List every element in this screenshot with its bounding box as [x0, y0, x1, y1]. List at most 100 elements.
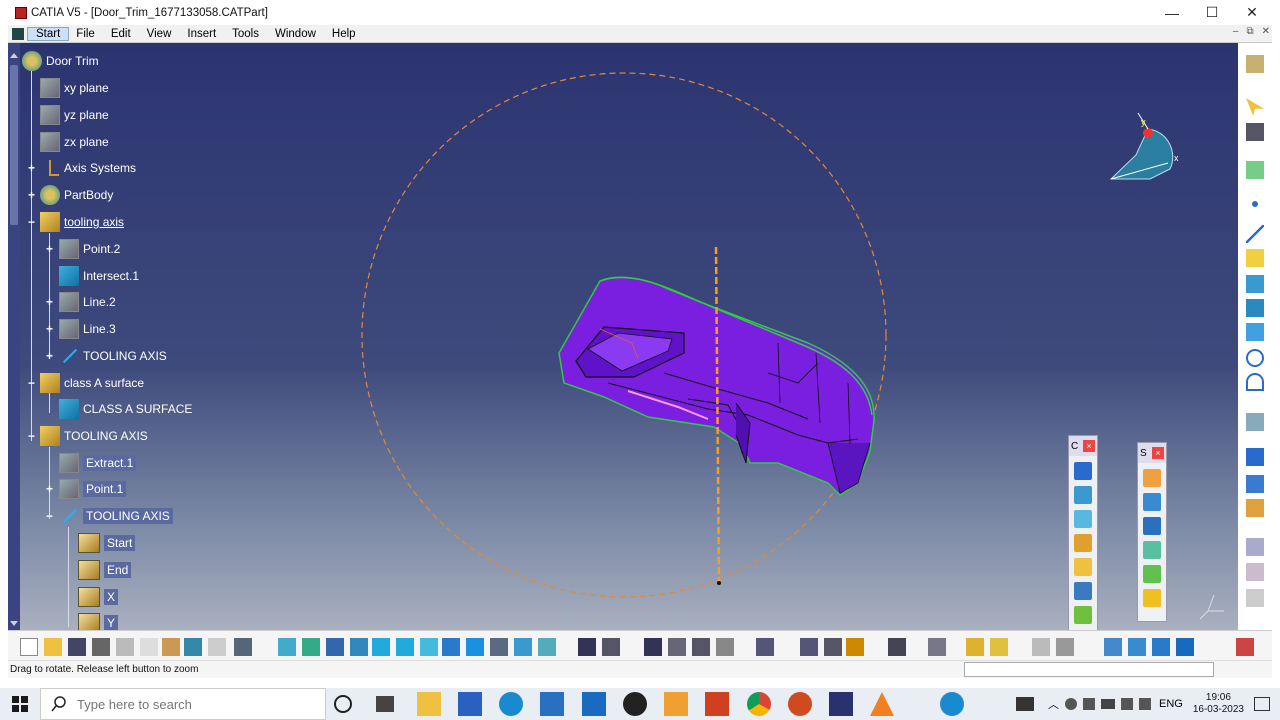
spline-tool-icon[interactable]	[1246, 373, 1264, 391]
tree-item-zx-plane[interactable]: zx plane	[40, 132, 109, 152]
mail-icon[interactable]	[582, 692, 606, 716]
heal-tool-icon[interactable]	[1143, 541, 1161, 559]
split-tool-icon[interactable]	[1143, 469, 1161, 487]
battery-icon[interactable]	[1101, 699, 1115, 709]
design-table-icon[interactable]	[644, 638, 662, 656]
save-icon[interactable]	[68, 638, 86, 656]
tree-item-point-1[interactable]: Point.1	[59, 479, 127, 499]
sweep-tool-icon[interactable]	[1074, 486, 1092, 504]
filter-icon[interactable]	[1176, 638, 1194, 656]
doc-minimize-button[interactable]: –	[1233, 26, 1239, 37]
expand-icon[interactable]: +	[45, 323, 54, 335]
menu-view[interactable]: View	[139, 28, 180, 40]
language-indicator[interactable]: ENG	[1159, 698, 1183, 710]
photos-icon[interactable]	[664, 692, 688, 716]
projection-icon[interactable]	[1246, 275, 1264, 293]
zoom-out-icon[interactable]	[396, 638, 414, 656]
cut-icon[interactable]	[116, 638, 134, 656]
dropbox-icon[interactable]	[458, 692, 482, 716]
law-icon[interactable]	[1246, 499, 1264, 517]
expand-icon[interactable]: +	[45, 350, 54, 362]
tree-item-tooling-axis-set-2[interactable]: TOOLING AXIS	[40, 426, 148, 446]
surface-tool-icon[interactable]	[1074, 510, 1092, 528]
whats-this-icon[interactable]	[234, 638, 252, 656]
hide-show-icon[interactable]	[514, 638, 532, 656]
extract-tool-icon[interactable]	[1143, 589, 1161, 607]
line-tool-icon[interactable]	[1246, 225, 1264, 243]
curve-analysis-icon[interactable]	[1246, 413, 1264, 431]
comment-icon[interactable]	[602, 638, 620, 656]
join-tool-icon[interactable]	[1143, 517, 1161, 535]
plane-tool-icon[interactable]	[1246, 249, 1264, 267]
expand-icon[interactable]: +	[45, 483, 54, 495]
floating-toolbar-s[interactable]: S ×	[1137, 442, 1167, 622]
collapse-icon[interactable]: −	[27, 377, 36, 389]
iso-view-icon[interactable]	[466, 638, 484, 656]
tree-item-line-2[interactable]: Line.2	[59, 292, 116, 312]
windows-start-button[interactable]	[0, 688, 40, 720]
tree-scrollbar[interactable]	[8, 43, 20, 630]
tree-item-class-a-surface[interactable]: CLASS A SURFACE	[59, 399, 192, 419]
expand-icon[interactable]: +	[27, 162, 36, 174]
layer-icon[interactable]	[1152, 638, 1170, 656]
menu-window[interactable]: Window	[267, 28, 324, 40]
menu-help[interactable]: Help	[324, 28, 364, 40]
tree-item-class-a-surface-set[interactable]: class A surface	[40, 373, 144, 393]
tree-item-tooling-axis-line[interactable]: TOOLING AXIS	[59, 346, 167, 366]
law-table-icon[interactable]	[668, 638, 686, 656]
curve-tool-icon[interactable]	[1074, 534, 1092, 552]
zoom-in-icon[interactable]	[372, 638, 390, 656]
list-icon[interactable]	[1104, 638, 1122, 656]
toolbar-close-icon[interactable]: ×	[1152, 447, 1164, 459]
edge-icon[interactable]	[499, 692, 523, 716]
rotate-icon[interactable]	[350, 638, 368, 656]
revolve-tool-icon[interactable]	[1074, 606, 1092, 624]
fly-mode-icon[interactable]	[278, 638, 296, 656]
task-view-icon[interactable]	[376, 696, 394, 712]
knowledge-icon[interactable]	[1246, 589, 1264, 607]
axis-icon[interactable]	[928, 638, 946, 656]
3d-viewport[interactable]: x y Door Trim xy plane yz plane zx plane…	[8, 43, 1238, 630]
workbench-icon[interactable]	[1246, 55, 1264, 73]
menu-edit[interactable]: Edit	[103, 28, 139, 40]
keyboard-icon[interactable]	[1016, 697, 1034, 711]
grid-icon[interactable]	[1128, 638, 1146, 656]
menu-tools[interactable]: Tools	[224, 28, 267, 40]
toolbar-close-icon[interactable]: ×	[1083, 440, 1095, 452]
file-explorer-icon[interactable]	[417, 692, 441, 716]
scroll-thumb[interactable]	[10, 65, 18, 225]
parameters-icon[interactable]	[716, 638, 734, 656]
office-icon[interactable]	[705, 692, 729, 716]
tree-item-tooling-axis-line-2[interactable]: TOOLING AXIS	[59, 506, 173, 526]
menu-insert[interactable]: Insert	[179, 28, 224, 40]
open-icon[interactable]	[44, 638, 62, 656]
store-icon[interactable]	[540, 692, 564, 716]
floating-toolbar-c[interactable]: C ×	[1068, 435, 1098, 630]
tree-item-partbody[interactable]: PartBody	[40, 185, 113, 205]
tree-item-xy-plane[interactable]: xy plane	[40, 78, 109, 98]
doc-restore-button[interactable]: ⧉	[1246, 26, 1253, 37]
snap-icon[interactable]	[1246, 123, 1264, 141]
tree-item-intersect-1[interactable]: Intersect.1	[59, 266, 139, 286]
chrome-icon[interactable]	[747, 692, 771, 716]
redo-icon[interactable]	[208, 638, 226, 656]
expand-icon[interactable]: +	[27, 189, 36, 201]
copy-icon[interactable]	[140, 638, 158, 656]
repetition-icon[interactable]	[1246, 475, 1264, 493]
circle-tool-icon[interactable]	[1246, 349, 1264, 367]
maximize-button[interactable]: ☐	[1192, 0, 1232, 25]
tree-item-x[interactable]: X	[78, 587, 119, 607]
menu-file[interactable]: File	[68, 28, 103, 40]
notification-icon[interactable]	[1254, 697, 1270, 711]
scan-icon[interactable]	[966, 638, 984, 656]
sync-icon[interactable]	[1083, 698, 1095, 710]
doc-close-button[interactable]: ✕	[1262, 26, 1270, 37]
offset-tool-icon[interactable]	[1143, 565, 1161, 583]
trim-tool-icon[interactable]	[1143, 493, 1161, 511]
tree-root[interactable]: Door Trim	[22, 51, 99, 71]
volume-icon[interactable]	[1139, 698, 1151, 710]
help-icon[interactable]	[940, 692, 964, 716]
collapse-icon[interactable]: −	[27, 430, 36, 442]
close-button[interactable]: ✕	[1232, 0, 1272, 25]
network-icon[interactable]	[1065, 698, 1077, 710]
